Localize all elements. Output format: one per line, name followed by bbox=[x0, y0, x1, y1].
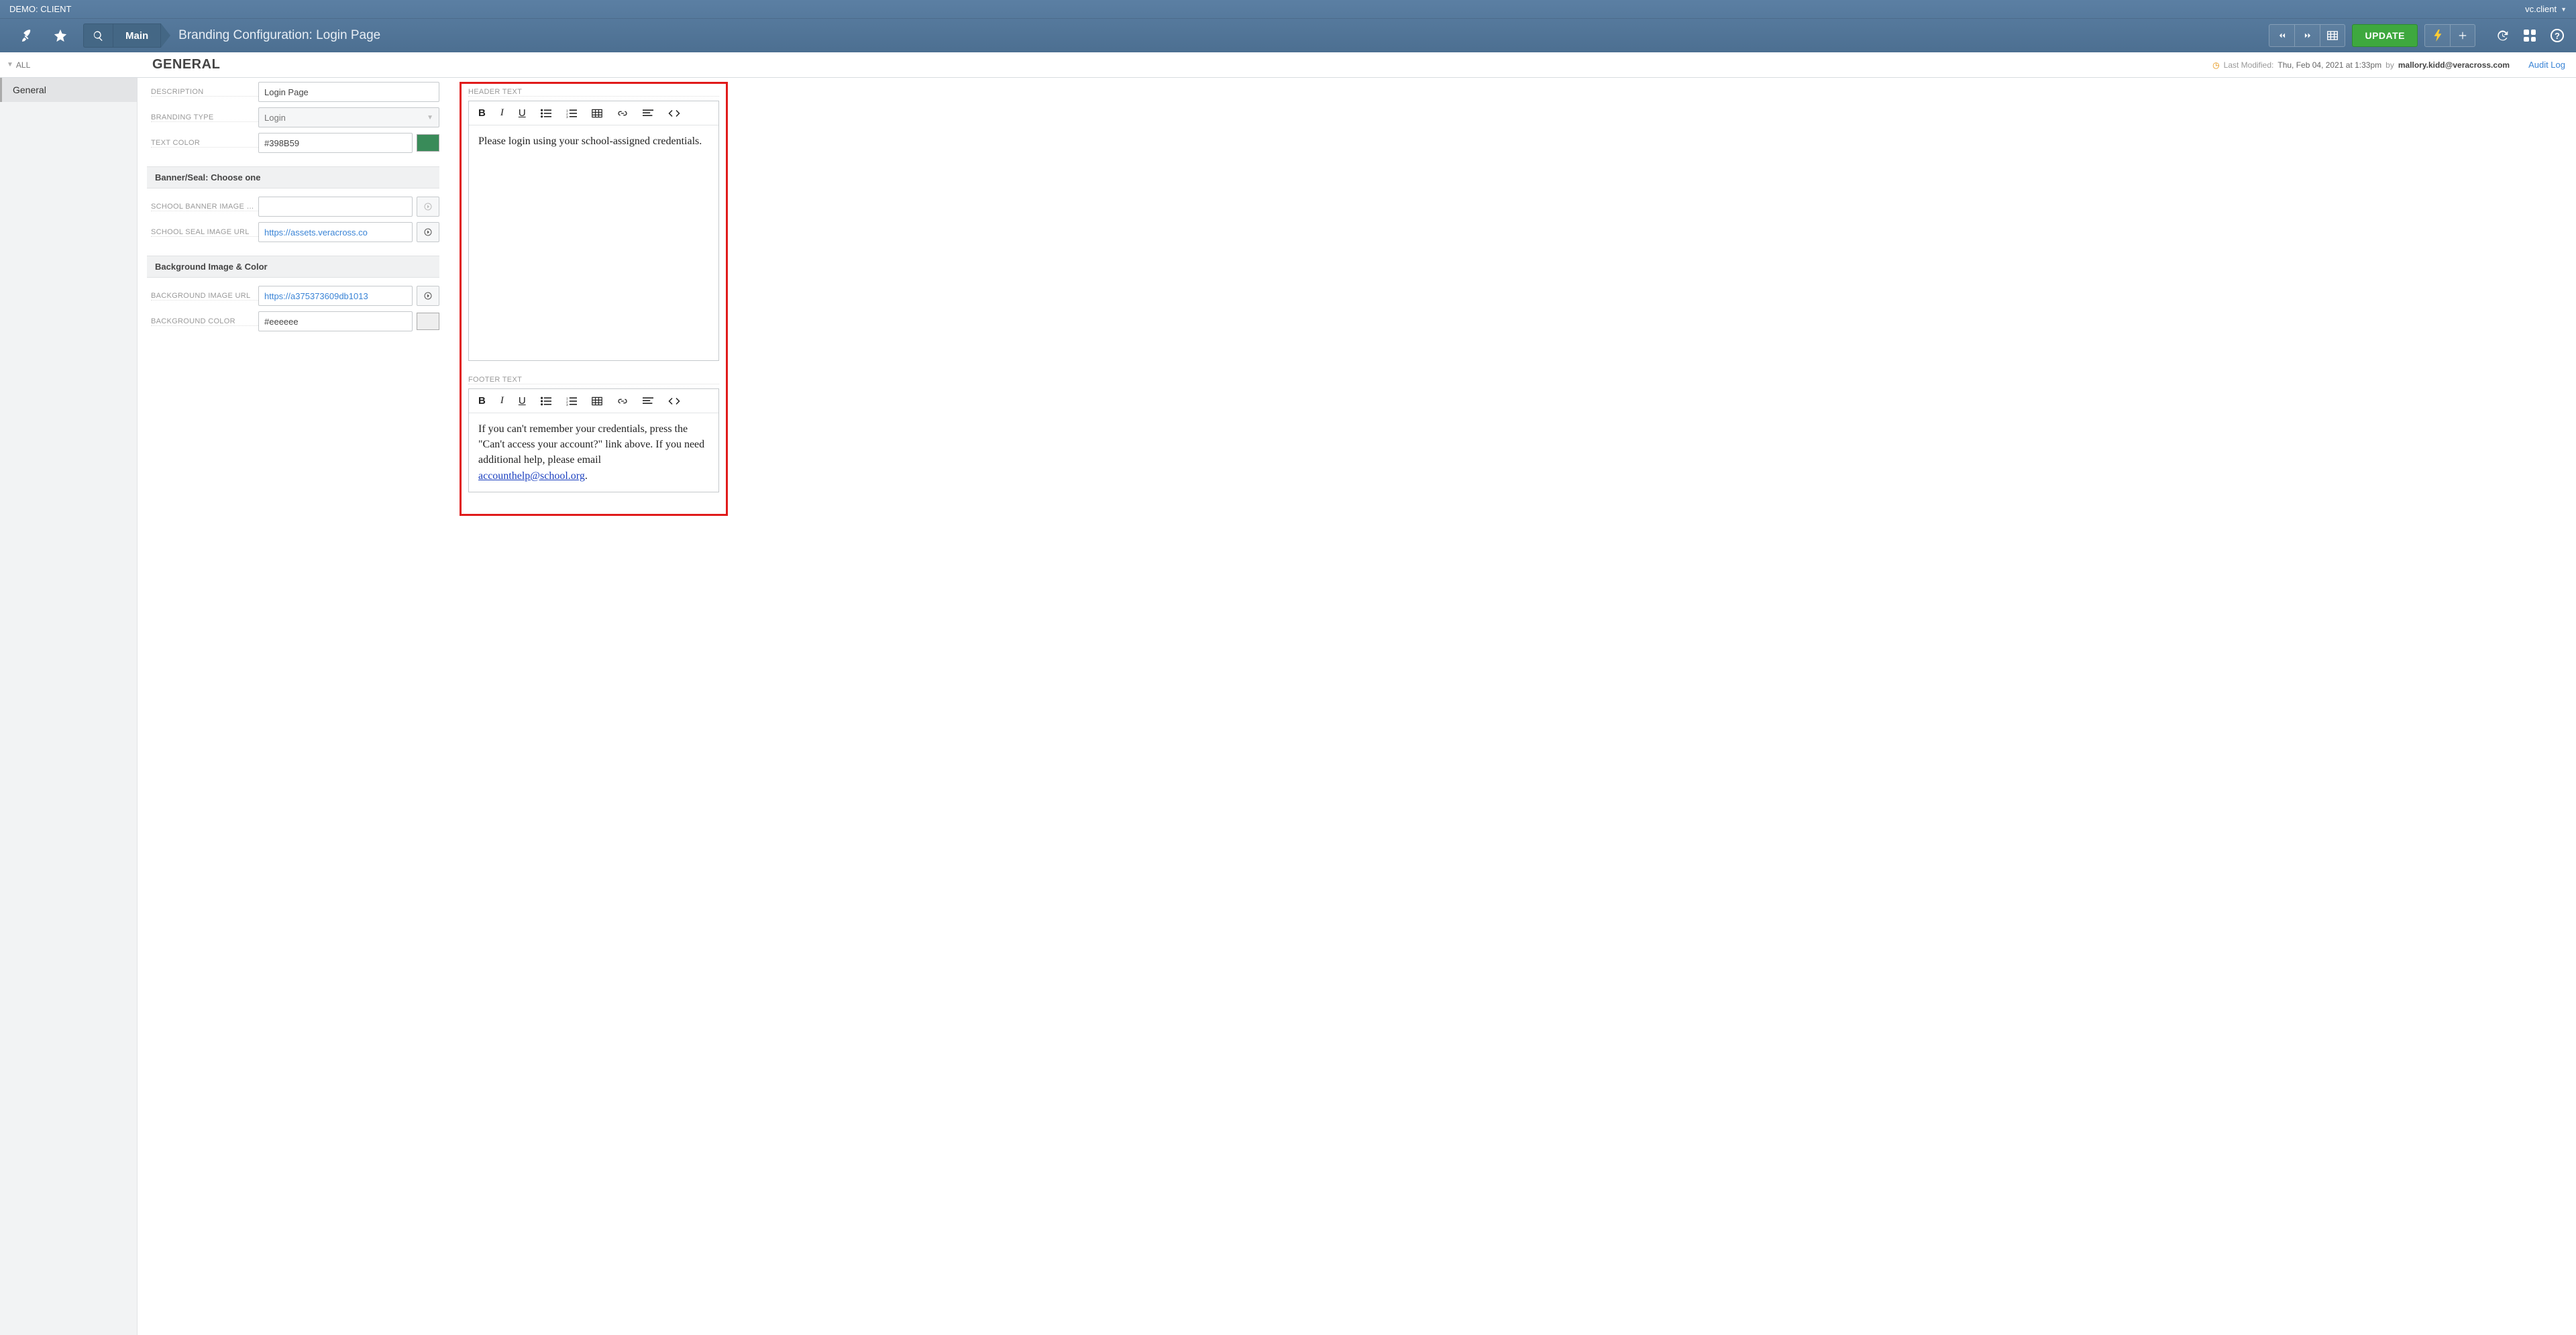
section-heading: GENERAL bbox=[152, 57, 220, 72]
next-button[interactable] bbox=[2294, 24, 2320, 47]
header-text-editor: B I U 123 Please login using your school… bbox=[468, 101, 719, 361]
text-color-swatch[interactable] bbox=[417, 134, 439, 152]
bg-image-input[interactable] bbox=[258, 286, 413, 306]
label-description: DESCRIPTION bbox=[151, 88, 258, 97]
code-view-button[interactable] bbox=[668, 109, 680, 118]
footer-text-editor: B I U 123 If you can't remember your cre… bbox=[468, 388, 719, 492]
last-modified-user: mallory.kidd@veracross.com bbox=[2398, 60, 2510, 70]
breadcrumb-arrow-icon bbox=[161, 23, 170, 48]
client-name: DEMO: CLIENT bbox=[9, 4, 71, 14]
user-menu[interactable]: vc.client ▼ bbox=[2525, 4, 2567, 14]
bold-button[interactable]: B bbox=[478, 107, 486, 119]
label-bg-color: BACKGROUND COLOR bbox=[151, 317, 258, 326]
open-seal-button[interactable] bbox=[417, 222, 439, 242]
content-scroll: DESCRIPTION BRANDING TYPE Login ▼ TEXT C… bbox=[138, 78, 2576, 1335]
label-school-banner: SCHOOL BANNER IMAGE … bbox=[151, 203, 258, 211]
highlighted-editors: HEADER TEXT B I U 123 Please login using… bbox=[460, 82, 728, 516]
table-button[interactable] bbox=[592, 109, 602, 118]
bullet-list-button[interactable] bbox=[541, 396, 551, 406]
align-button[interactable] bbox=[643, 109, 653, 118]
user-label: vc.client bbox=[2525, 4, 2557, 14]
link-button[interactable] bbox=[617, 396, 628, 406]
star-icon[interactable] bbox=[44, 19, 76, 52]
italic-button[interactable]: I bbox=[500, 395, 504, 407]
search-button[interactable] bbox=[83, 23, 113, 48]
section-banner-seal: Banner/Seal: Choose one bbox=[147, 166, 439, 189]
update-button[interactable]: UPDATE bbox=[2352, 24, 2418, 47]
text-color-input[interactable] bbox=[258, 133, 413, 153]
label-header-text: HEADER TEXT bbox=[468, 88, 719, 97]
align-button[interactable] bbox=[643, 396, 653, 406]
last-modified-by-word: by bbox=[2385, 60, 2394, 70]
label-school-seal: SCHOOL SEAL IMAGE URL bbox=[151, 228, 258, 237]
last-modified-label: Last Modified: bbox=[2224, 60, 2274, 70]
help-icon[interactable]: ? bbox=[2546, 29, 2568, 42]
footer-email-link[interactable]: accounthelp@school.org bbox=[478, 470, 585, 482]
caret-down-icon: ▼ bbox=[2561, 6, 2567, 13]
section-background: Background Image & Color bbox=[147, 256, 439, 278]
code-view-button[interactable] bbox=[668, 396, 680, 406]
sidebar: General bbox=[0, 78, 138, 1335]
open-bg-image-button[interactable] bbox=[417, 286, 439, 306]
underline-button[interactable]: U bbox=[519, 395, 526, 407]
caret-down-icon: ▼ bbox=[7, 61, 13, 68]
italic-button[interactable]: I bbox=[500, 107, 504, 119]
history-icon[interactable] bbox=[2491, 29, 2513, 42]
bg-color-input[interactable] bbox=[258, 311, 413, 331]
apps-icon[interactable] bbox=[2520, 30, 2540, 42]
label-branding-type: BRANDING TYPE bbox=[151, 113, 258, 122]
svg-text:3: 3 bbox=[566, 403, 568, 406]
sidebar-filter[interactable]: ▼ ALL bbox=[0, 60, 138, 70]
branding-type-select[interactable]: Login ▼ bbox=[258, 107, 439, 127]
school-seal-input[interactable] bbox=[258, 222, 413, 242]
svg-text:3: 3 bbox=[566, 115, 568, 118]
tab-main[interactable]: Main bbox=[113, 23, 161, 48]
school-banner-input[interactable] bbox=[258, 197, 413, 217]
open-banner-button[interactable] bbox=[417, 197, 439, 217]
bold-button[interactable]: B bbox=[478, 395, 486, 407]
header-text-body[interactable]: Please login using your school-assigned … bbox=[469, 125, 718, 360]
underline-button[interactable]: U bbox=[519, 107, 526, 119]
chevron-down-icon: ▼ bbox=[427, 114, 433, 121]
numbered-list-button[interactable]: 123 bbox=[566, 396, 577, 406]
bullet-list-button[interactable] bbox=[541, 109, 551, 118]
lightning-button[interactable] bbox=[2424, 24, 2450, 47]
rocket-icon[interactable] bbox=[12, 19, 44, 52]
numbered-list-button[interactable]: 123 bbox=[566, 109, 577, 118]
sidebar-item-general[interactable]: General bbox=[0, 78, 137, 102]
bg-color-swatch[interactable] bbox=[417, 313, 439, 330]
last-modified-date: Thu, Feb 04, 2021 at 1:33pm bbox=[2277, 60, 2381, 70]
link-button[interactable] bbox=[617, 109, 628, 118]
label-footer-text: FOOTER TEXT bbox=[468, 376, 719, 384]
label-bg-image: BACKGROUND IMAGE URL bbox=[151, 292, 258, 301]
grid-view-button[interactable] bbox=[2320, 24, 2345, 47]
label-text-color: TEXT COLOR bbox=[151, 139, 258, 148]
prev-button[interactable] bbox=[2269, 24, 2294, 47]
page-title: Branding Configuration: Login Page bbox=[176, 28, 380, 43]
table-button[interactable] bbox=[592, 396, 602, 406]
clock-icon: ◷ bbox=[2212, 60, 2219, 70]
footer-text-body[interactable]: If you can't remember your credentials, … bbox=[469, 413, 718, 492]
description-input[interactable] bbox=[258, 82, 439, 102]
add-button[interactable] bbox=[2450, 24, 2475, 47]
audit-log-link[interactable]: Audit Log bbox=[2528, 60, 2565, 70]
